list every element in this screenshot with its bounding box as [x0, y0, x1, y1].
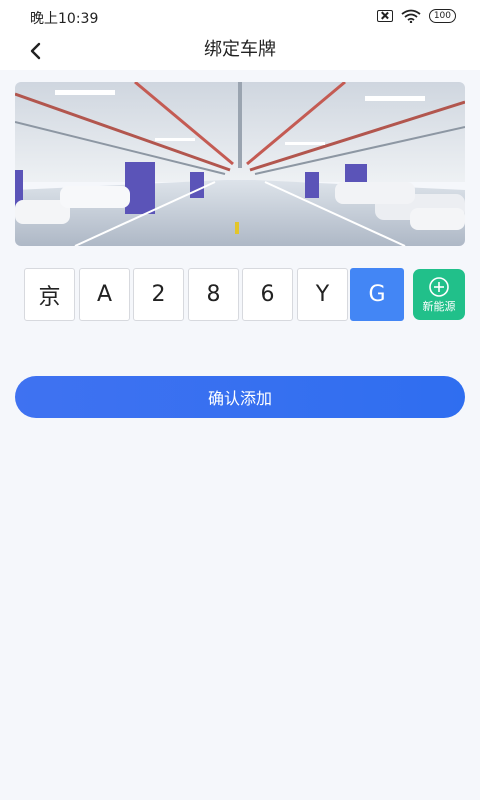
confirm-add-button[interactable]: 确认添加 [15, 376, 465, 418]
parking-garage-photo [15, 82, 465, 246]
nav-bar: 绑定车牌 [0, 32, 480, 70]
no-sim-icon [376, 10, 393, 22]
plate-char-province[interactable]: 京 [24, 268, 75, 321]
wifi-icon [401, 9, 421, 23]
plate-char-3[interactable]: 2 [133, 268, 184, 321]
new-energy-button[interactable]: 新能源 [413, 269, 465, 320]
status-bar: 晚上10:39 100 [0, 0, 480, 32]
parking-banner-image [15, 82, 465, 246]
plate-char-7[interactable]: G [350, 268, 404, 321]
page-title: 绑定车牌 [204, 39, 276, 60]
add-circle-icon [429, 277, 449, 297]
plate-char-6[interactable]: Y [297, 268, 348, 321]
status-time: 晚上10:39 [30, 11, 99, 27]
plate-char-4[interactable]: 8 [188, 268, 239, 321]
new-energy-label: 新能源 [422, 300, 456, 313]
plate-char-2[interactable]: A [79, 268, 130, 321]
battery-indicator: 100 [428, 9, 456, 23]
status-icons: 100 [376, 8, 456, 24]
plate-char-5[interactable]: 6 [242, 268, 293, 321]
license-plate-input: 京 A 2 8 6 Y G 新能源 [24, 268, 465, 321]
